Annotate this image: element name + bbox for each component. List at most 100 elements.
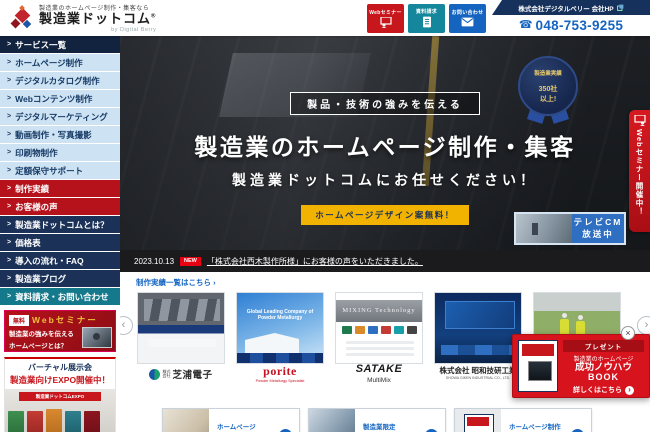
sidebar-item-label: 定額保守サポート [15,165,83,177]
chevron-right-icon: > [7,41,11,48]
company-hp-link-label: 株式会社デジタルベリー 会社HP [518,3,613,13]
seminar-banner-title: Webセミナー [32,314,98,326]
presentation-icon [634,115,646,126]
feature-cards: ホームページ デザイン案 › 製造業限定 Web › [120,396,650,432]
tv-cm-thumbnail [516,214,572,243]
chevron-right-icon: > [7,185,11,192]
card-knowhow[interactable]: ホームページ制作 成功ノウハウ › [454,408,592,432]
popup-detail-link[interactable]: 詳しくはこちら› [573,385,634,395]
work-thumbnail[interactable] [434,292,522,364]
carousel-next-button[interactable]: › [637,316,650,335]
registered-mark: ® [151,14,156,20]
company-hp-link[interactable]: 株式会社デジタルベリー 会社HP [492,0,650,15]
expo-sign-label: 製造業ドットコムEXPO [19,392,101,401]
free-design-cta[interactable]: ホームページデザイン案無料！ [301,205,469,225]
shibaura-logo-icon [149,369,160,380]
chevron-right-icon: > [7,149,11,156]
logo-name: 製造業ドットコム® [39,12,156,27]
sidebar-item-voice[interactable]: >お客様の声 [0,198,120,216]
logo[interactable]: 製造業のホームページ制作・集客なら 製造業ドットコム® by Digital B… [0,3,156,33]
sidebar-item-label: デジタルカタログ制作 [15,75,100,87]
chevron-right-icon: > [7,113,11,120]
sidebar-item-label: 製造業ブログ [15,273,66,285]
tv-cm-label: テレビCM放送中 [572,214,624,243]
seminar-presenter-photo [82,327,112,348]
sidebar: >サービス一覧 >ホームページ制作 >デジタルカタログ制作 >Webコンテンツ制… [0,36,120,432]
news-ticker: 2023.10.13 NEW 「株式会社西木製作所様」にお客様の声をいただきまし… [120,250,650,272]
sidebar-item-maintenance[interactable]: >定額保守サポート [0,162,120,180]
popup-close-icon[interactable]: × [621,326,635,340]
sidebar-item-about[interactable]: >製造業ドットコムとは？ [0,216,120,234]
envelope-icon [461,17,474,27]
sidebar-item-web-content[interactable]: >Webコンテンツ制作 [0,90,120,108]
sidebar-item-label: 資料請求・お問い合わせ [15,291,109,303]
work-item-showa-giken[interactable]: 株式会社 昭和技研工業 SHOWA GIKEN INDUSTRIAL CO., … [434,292,522,384]
card-label: ホームページ制作 [509,424,561,431]
work-thumbnail[interactable]: MIXING Technology [335,292,423,364]
client-logo-sub: SHOWA GIKEN INDUSTRIAL CO., LTD. [446,377,511,381]
sidebar-item-print[interactable]: >印刷物制作 [0,144,120,162]
expo-hall-image: 製造業ドットコムEXPO [5,389,115,432]
webseminar-button[interactable]: Webセミナー [367,4,404,33]
hero-title: 製造業のホームページ制作・集客 [194,128,575,162]
side-tab-label: Webセミナー開催中！ [634,129,645,216]
card-image-web [309,409,355,432]
card-web-limited[interactable]: 製造業限定 Web › [308,408,446,432]
logo-diamond-icon [10,6,34,32]
hero-subtitle: 製造業ドットコムにお任せください！ [232,170,538,190]
work-item-shibaura[interactable]: 株式会社 芝浦電子 [137,292,225,384]
client-logo-shibaura: 株式会社 芝浦電子 [137,364,225,384]
sidebar-item-price[interactable]: > 価格表 [0,234,120,252]
chevron-right-icon: > [7,221,11,228]
news-date: 2023.10.13 [134,257,174,266]
present-popup[interactable]: × プレゼント 製造業のホームページ 成功ノウハウ BOOK 詳しくはこちら› [512,334,650,398]
work-thumbnail[interactable]: Global Leading Company of Powder Metallu… [236,292,324,364]
sidebar-item-video-photo[interactable]: >動画制作・写真撮影 [0,126,120,144]
badge-top-text: 製造業実績 [534,69,562,77]
logo-byline: by Digital Berry [111,27,156,33]
sidebar-item-digital-marketing[interactable]: >デジタルマーケティング [0,108,120,126]
external-link-icon [617,4,624,11]
presentation-icon [380,17,392,28]
client-logo-porite: porite Powder Metallurgy Specialist [236,364,324,384]
chevron-right-icon: > [7,59,11,66]
document-request-button[interactable]: 資料請求 [408,4,445,33]
sidebar-item-works[interactable]: >制作実績 [0,180,120,198]
work-item-satake[interactable]: MIXING Technology SATAKE MultiMix [335,292,423,384]
sidebar-item-blog[interactable]: > 製造業ブログ [0,270,120,288]
free-badge: 無料 [9,315,29,326]
sidebar-seminar-banner[interactable]: 無料 Webセミナー 製造業の強みを伝える ホームページとは？ [4,310,116,352]
chevron-right-icon: > [7,239,11,246]
contact-button[interactable]: お問い合わせ [449,4,486,33]
works-list-link[interactable]: 制作実績一覧はこちら › [120,273,232,289]
contact-button-label: お問い合わせ [452,9,484,16]
client-logo-satake: SATAKE MultiMix [335,364,423,384]
sidebar-item-flow-faq[interactable]: >導入の流れ・FAQ [0,252,120,270]
sidebar-item-label: Webコンテンツ制作 [15,93,92,105]
news-link[interactable]: 「株式会社西木製作所様」にお客様の声をいただきました。 [207,256,423,267]
sidebar-item-services[interactable]: > サービス一覧 [0,36,120,54]
card-image-book [455,409,501,432]
sidebar-item-label: 導入の流れ・FAQ [15,255,83,267]
present-ribbon: プレゼント [563,340,644,352]
sidebar-item-label: 動画制作・写真撮影 [15,129,92,141]
expo-banner-line1: バーチャル展示会 [5,362,115,373]
chevron-right-icon: > [7,275,11,282]
client-logo-text: SATAKE [356,364,403,375]
sidebar-item-label: サービス一覧 [15,39,66,51]
sidebar-item-label: 価格表 [15,237,41,249]
sidebar-item-contact[interactable]: >資料請求・お問い合わせ [0,288,120,306]
webseminar-side-tab[interactable]: Webセミナー開催中！ [629,110,650,232]
sidebar-item-digital-catalog[interactable]: >デジタルカタログ制作 [0,72,120,90]
hero-kicker: 製品・技術の強みを伝える [290,92,480,115]
work-item-porite[interactable]: Global Leading Company of Powder Metallu… [236,292,324,384]
card-design-plan[interactable]: ホームページ デザイン案 › [162,408,300,432]
tv-cm-banner[interactable]: テレビCM放送中 [514,212,626,245]
new-badge: NEW [180,257,201,266]
main-content: 製造業実績 350社 以上! 製品・技術の強みを伝える 製造業のホームページ制作… [120,36,650,432]
work-thumbnail[interactable] [137,292,225,364]
sidebar-expo-banner[interactable]: バーチャル展示会 製造業向けEXPO開催中！ 製造業ドットコムEXPO [4,357,116,432]
page: 製造業のホームページ制作・集客なら 製造業ドットコム® by Digital B… [0,0,650,432]
sidebar-item-homepage[interactable]: >ホームページ制作 [0,54,120,72]
client-logo-showa-giken: 株式会社 昭和技研工業 SHOWA GIKEN INDUSTRIAL CO., … [434,364,522,384]
